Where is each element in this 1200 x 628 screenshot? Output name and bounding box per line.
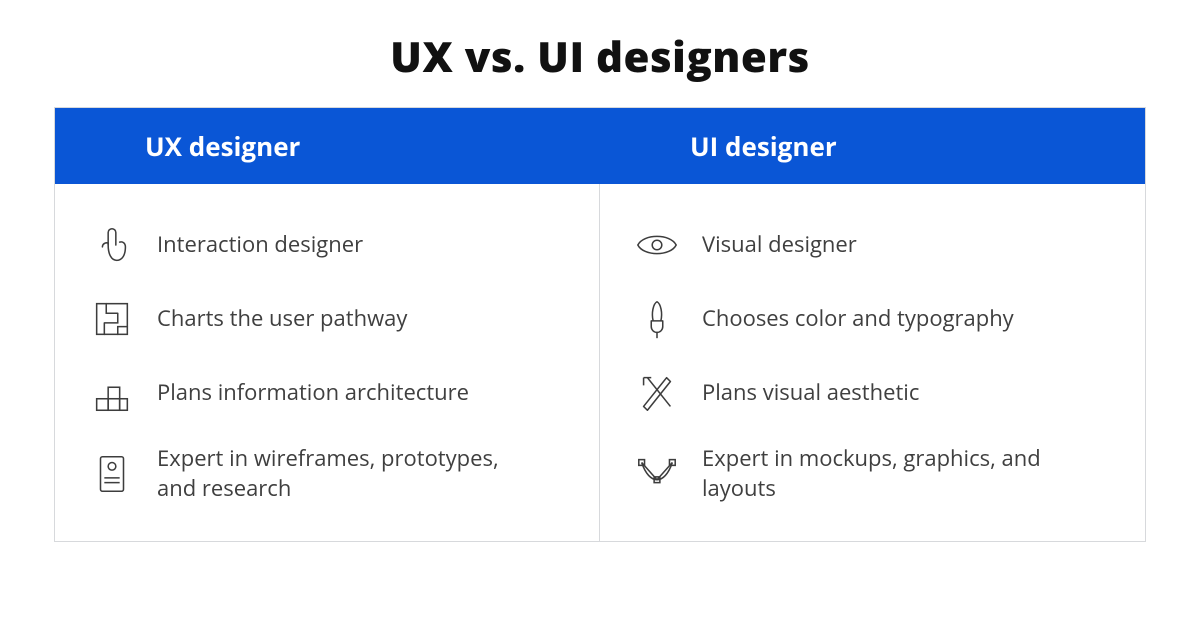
list-item: Chooses color and typography bbox=[634, 296, 1111, 342]
list-item-label: Interaction designer bbox=[157, 230, 363, 260]
list-item: Expert in wireframes, prototypes, and re… bbox=[89, 444, 565, 503]
list-item: Plans information architecture bbox=[89, 370, 565, 416]
list-item-label: Chooses color and typography bbox=[702, 304, 1014, 334]
comparison-table: UX designer UI designer Interaction desi… bbox=[54, 107, 1146, 542]
list-item-label: Plans visual aesthetic bbox=[702, 378, 919, 408]
list-item: Visual designer bbox=[634, 222, 1111, 268]
list-item: Interaction designer bbox=[89, 222, 565, 268]
list-item: Expert in mockups, graphics, and layouts bbox=[634, 444, 1111, 503]
maze-icon bbox=[89, 296, 135, 342]
list-item: Charts the user pathway bbox=[89, 296, 565, 342]
list-item-label: Expert in wireframes, prototypes, and re… bbox=[157, 444, 517, 503]
list-item-label: Visual designer bbox=[702, 230, 857, 260]
list-item-label: Charts the user pathway bbox=[157, 304, 407, 334]
column-body-ux: Interaction designer Charts the user pat… bbox=[55, 184, 600, 541]
column-body-ui: Visual designer Chooses color and typogr… bbox=[600, 184, 1145, 541]
page-title: UX vs. UI designers bbox=[54, 28, 1146, 85]
list-item-label: Plans information architecture bbox=[157, 378, 469, 408]
blocks-icon bbox=[89, 370, 135, 416]
vector-icon bbox=[634, 451, 680, 497]
list-item: Plans visual aesthetic bbox=[634, 370, 1111, 416]
tools-icon bbox=[634, 370, 680, 416]
list-item-label: Expert in mockups, graphics, and layouts bbox=[702, 444, 1062, 503]
eye-icon bbox=[634, 222, 680, 268]
column-header-ux: UX designer bbox=[55, 108, 600, 184]
brush-icon bbox=[634, 296, 680, 342]
column-header-ui: UI designer bbox=[600, 108, 1145, 184]
wireframe-icon bbox=[89, 451, 135, 497]
pointer-icon bbox=[89, 222, 135, 268]
comparison-diagram: UX vs. UI designers UX designer UI desig… bbox=[0, 0, 1200, 582]
